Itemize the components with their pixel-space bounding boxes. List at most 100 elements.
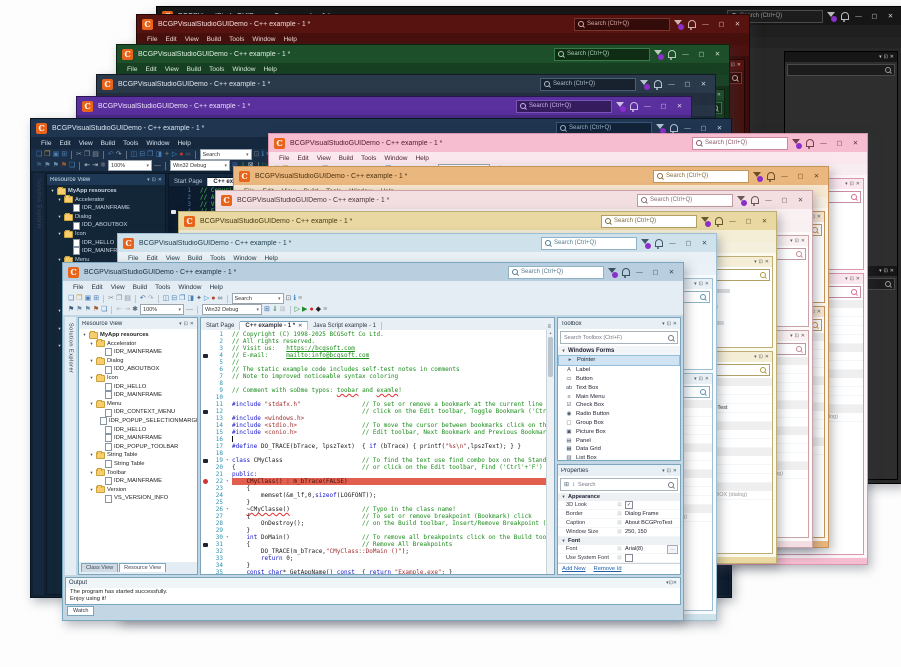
panel-menu-icon[interactable]: ▾ <box>845 276 848 282</box>
properties-search-input[interactable]: ⊞ ↕ Search <box>560 478 678 491</box>
notifications-bell-icon[interactable] <box>620 267 630 277</box>
quick-search-input[interactable]: Search (Ctrl+Q) <box>653 170 749 183</box>
search-combo[interactable]: Search▾ <box>232 293 284 304</box>
tree-item[interactable]: IDR_CONTEXT_MENU <box>82 408 197 417</box>
code-line-35[interactable]: 35 const char* GetAppName() const { retu… <box>201 569 546 574</box>
code-line-10[interactable]: 10 <box>201 394 546 401</box>
tree-item[interactable]: IDD_ABOUTBOX <box>82 365 197 374</box>
toolbox-item-picture-box[interactable]: ▣Picture Box <box>558 427 680 436</box>
feedback-icon[interactable] <box>752 171 762 181</box>
code-line-8[interactable]: 8 <box>201 380 546 387</box>
close-icon[interactable]: ✕ <box>817 309 821 315</box>
property-row-border[interactable]: Border⊡Dialog Frame <box>558 510 680 519</box>
menu-file[interactable]: File <box>275 155 293 162</box>
property-row-caption[interactable]: Caption⊡About BCGProTest <box>558 519 680 528</box>
pin-icon[interactable]: ⊡ <box>667 468 671 474</box>
close-icon[interactable]: ✕ <box>890 268 894 274</box>
tab-start-page[interactable]: Start Page <box>169 178 208 186</box>
close-button[interactable]: ✕ <box>665 268 678 276</box>
indent-icon[interactable]: ⇥ <box>124 305 130 315</box>
toolbox-item-check-box[interactable]: ☑Check Box <box>558 401 680 410</box>
menu-edit[interactable]: Edit <box>55 140 74 147</box>
maximize-button[interactable]: ▢ <box>657 102 670 110</box>
configuration-combo[interactable]: Win32 Debug▾ <box>170 160 230 171</box>
menu-tools[interactable]: Tools <box>225 36 248 43</box>
page-icon[interactable]: ❏ <box>69 161 75 171</box>
paste-icon[interactable]: ▤ <box>92 150 99 160</box>
notifications-bell-icon[interactable] <box>839 11 849 21</box>
tree-group-accelerator[interactable]: ▾Accelerator <box>50 196 165 205</box>
record-macro-icon[interactable]: ● <box>179 150 183 160</box>
menu-help[interactable]: Help <box>260 255 281 262</box>
close-icon[interactable]: ✕ <box>717 92 721 98</box>
code-line-30[interactable]: 30▾ int DoMain()// To remove all breakpo… <box>201 534 546 541</box>
toolbox-item-main-menu[interactable]: ≡Main Menu <box>558 392 680 401</box>
panel-menu-icon[interactable]: ▾ <box>879 54 882 60</box>
menu-tools[interactable]: Tools <box>206 255 229 262</box>
menu-view[interactable]: View <box>313 155 335 162</box>
code-line-22[interactable]: 22▾ CMyClass() : m_bTrace(FALSE) <box>201 478 546 485</box>
minimize-button[interactable]: — <box>852 13 865 20</box>
panel-menu-icon[interactable]: ▾ <box>694 376 697 382</box>
menu-view[interactable]: View <box>161 66 183 73</box>
tree-group-accelerator[interactable]: ▾Accelerator <box>82 340 197 349</box>
pin-icon[interactable]: ⊡ <box>850 276 854 282</box>
cut-icon[interactable]: ✂ <box>76 150 82 160</box>
notifications-bell-icon[interactable] <box>666 49 676 59</box>
undo-icon[interactable]: ↶ <box>140 294 146 304</box>
tree-group-dialog[interactable]: ▾Dialog <box>50 213 165 222</box>
separator-dash-icon[interactable]: — <box>186 305 193 315</box>
previous-bookmark-icon[interactable]: ⚑ <box>53 161 59 171</box>
tree-item[interactable]: IDR_POPUP_TOOLBAR <box>82 443 197 452</box>
record-macro-icon[interactable]: ● <box>211 294 215 304</box>
close-icon[interactable]: ✕ <box>801 333 805 339</box>
quick-search-input[interactable]: Search (Ctrl+Q) <box>508 266 604 279</box>
tree-item[interactable]: VS_VERSION_INFO <box>82 494 197 503</box>
pin-icon[interactable]: ⊡ <box>699 376 703 382</box>
code-line-13[interactable]: 13#include <windows.h> <box>201 415 546 422</box>
menu-help[interactable]: Help <box>411 155 432 162</box>
property-row-window-size[interactable]: Window Size⊡250, 150 <box>558 528 680 537</box>
window-split-icon[interactable]: ⊟ <box>171 294 177 304</box>
scroll-up-icon[interactable]: ▴ <box>549 330 551 335</box>
page-icon[interactable]: ❏ <box>101 305 107 315</box>
separator-dash-icon[interactable]: — <box>154 161 161 171</box>
close-button[interactable]: ✕ <box>810 172 823 180</box>
notifications-bell-icon[interactable] <box>713 216 723 226</box>
tree-item[interactable]: IDR_MAINFRAME <box>82 391 197 400</box>
comment-icon[interactable]: ✱ <box>100 161 106 171</box>
tree-item[interactable]: String Table <box>82 460 197 469</box>
close-icon[interactable]: ✕ <box>298 323 302 329</box>
panel-menu-icon[interactable]: ▾ <box>790 238 793 244</box>
minimize-button[interactable]: — <box>699 21 712 28</box>
menu-help[interactable]: Help <box>279 36 300 43</box>
close-icon[interactable]: ✕ <box>673 321 677 327</box>
ellipsis-button[interactable]: … <box>667 545 678 554</box>
menu-window[interactable]: Window <box>174 284 205 291</box>
menu-build[interactable]: Build <box>183 66 205 73</box>
quick-search-input[interactable]: Search (Ctrl+Q) <box>574 18 670 31</box>
maximize-button[interactable]: ▢ <box>682 239 695 247</box>
feedback-icon[interactable] <box>653 49 663 59</box>
close-button[interactable]: ✕ <box>758 217 771 225</box>
checkbox[interactable]: ✓ <box>625 501 633 509</box>
code-line-33[interactable]: 33 return 0; <box>201 555 546 562</box>
previous-bookmark-icon[interactable]: ⚑ <box>85 305 91 315</box>
customize-icon[interactable]: ✦ <box>164 150 170 160</box>
toolbox-item-list-box[interactable]: ▥List Box <box>558 454 680 460</box>
minimize-button[interactable]: — <box>726 218 739 225</box>
tree-group-version[interactable]: ▾Version <box>82 486 197 495</box>
copy-icon[interactable]: ❐ <box>116 294 122 304</box>
notifications-bell-icon[interactable] <box>749 195 759 205</box>
maximize-button[interactable]: ▢ <box>681 80 694 88</box>
menu-file[interactable]: File <box>69 284 87 291</box>
window-float-icon[interactable]: ❐ <box>179 294 185 304</box>
code-line-14[interactable]: 14#include <stdio.h>// To move the curso… <box>201 422 546 429</box>
pin-icon[interactable]: ⊡ <box>850 181 854 187</box>
code-line-25[interactable]: 25 } <box>201 499 546 506</box>
menu-tools[interactable]: Tools <box>151 284 174 291</box>
tree-item[interactable]: IDR_POPUP_SELECTIONMARGIN <box>82 417 197 426</box>
property-row-use-system-font[interactable]: Use System Font⊡ <box>558 554 680 563</box>
notifications-bell-icon[interactable] <box>686 19 696 29</box>
feedback-icon[interactable] <box>700 216 710 226</box>
